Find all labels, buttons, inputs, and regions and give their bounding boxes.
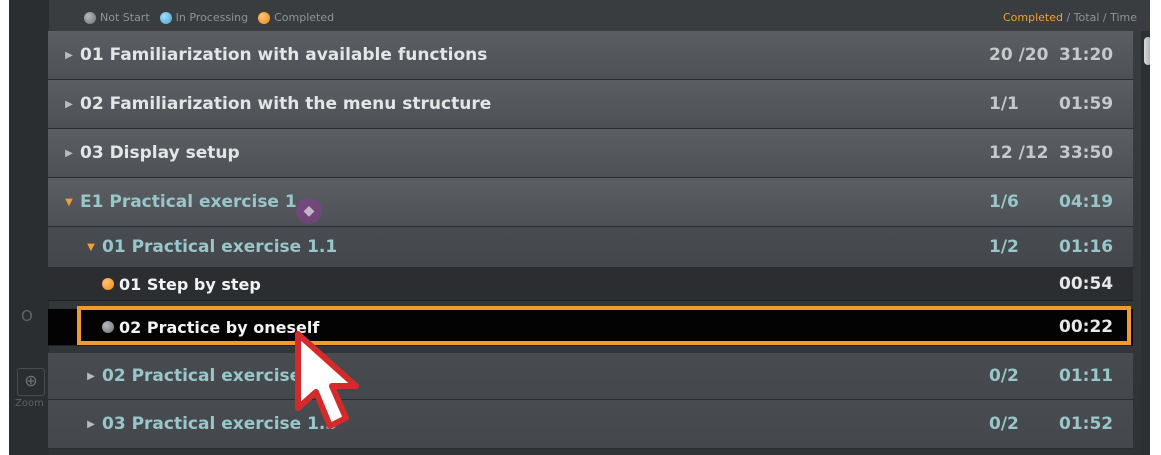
exercise-row-expanded[interactable]: ▼ E1 Practical exercise 1 1/6 04:19 (48, 178, 1133, 227)
vertical-scrollbar[interactable] (1141, 31, 1150, 455)
completed-dot-icon (258, 11, 271, 24)
lesson-list: ▶ 01 Familiarization with available func… (48, 31, 1133, 455)
sub-exercise-row-expanded[interactable]: ▼ 01 Practical exercise 1.1 1/2 01:16 (48, 227, 1133, 268)
lesson-count: 12 /12 (989, 143, 1049, 163)
expand-arrow-icon[interactable]: ▶ (64, 99, 74, 110)
collapse-arrow-icon[interactable]: ▼ (64, 197, 74, 208)
zoom-label: Zoom (15, 398, 44, 409)
expand-arrow-icon[interactable]: ▶ (64, 148, 74, 159)
not-start-dot-icon (84, 11, 96, 24)
lesson-time: 01:52 (1059, 414, 1114, 434)
not-start-status-icon (102, 321, 114, 333)
status-legend: Not Start In Processing Completed Comple… (46, 6, 1145, 30)
header-total-time: / Total / Time (1062, 11, 1137, 24)
legend-completed: Completed (274, 11, 335, 24)
lesson-time: 31:20 (1059, 45, 1114, 65)
zoom-in-icon[interactable]: ⊕ (17, 368, 45, 396)
scrollbar-thumb[interactable] (1144, 37, 1150, 65)
lesson-title: 02 Familiarization with the menu structu… (80, 94, 492, 114)
lesson-title: 02 Practical exercise 1.2 (102, 366, 338, 386)
expand-arrow-icon[interactable]: ▶ (86, 419, 96, 430)
expand-arrow-icon[interactable]: ▶ (64, 50, 74, 61)
lesson-row[interactable]: ▶ 02 Familiarization with the menu struc… (48, 80, 1133, 129)
lesson-count: 0/2 (989, 366, 1019, 386)
sub-exercise-row[interactable]: ▶ 02 Practical exercise 1.2 0/2 01:11 (48, 353, 1133, 400)
watermark-logo-icon: ◆ (296, 198, 322, 224)
lesson-title: E1 Practical exercise 1 (80, 192, 297, 212)
step-time: 00:54 (1059, 274, 1114, 294)
lesson-time: 33:50 (1059, 143, 1114, 163)
lesson-time: 04:19 (1059, 192, 1114, 212)
lesson-title: 03 Display setup (80, 143, 240, 163)
lesson-count: 1/6 (989, 192, 1019, 212)
legend-not-start: Not Start (100, 11, 150, 24)
lesson-title: 01 Familiarization with available functi… (80, 45, 488, 65)
left-tool-panel: O ⊕ Zoom (9, 0, 49, 455)
step-row-selected[interactable]: 02 Practice by oneself 00:22 (48, 309, 1133, 346)
legend-in-processing: In Processing (175, 11, 249, 24)
ghost-label: O (21, 307, 33, 325)
header-completed: Completed (1002, 11, 1063, 24)
lesson-time: 01:16 (1059, 237, 1114, 257)
in-processing-dot-icon (159, 11, 172, 24)
completed-status-icon (102, 278, 114, 290)
column-header: Completed / Total / Time (1003, 11, 1137, 24)
step-title: 01 Step by step (119, 274, 261, 294)
expand-arrow-icon[interactable]: ▶ (86, 371, 96, 382)
lesson-time: 01:59 (1059, 94, 1114, 114)
lesson-count: 20 /20 (989, 45, 1049, 65)
lesson-time: 01:11 (1059, 366, 1114, 386)
pointer-cursor-icon (295, 331, 359, 429)
collapse-arrow-icon[interactable]: ▼ (86, 242, 96, 253)
course-progress-window: O ⊕ Zoom Not Start In Processing Complet… (9, 0, 1150, 455)
step-time: 00:22 (1059, 317, 1114, 337)
lesson-title: 03 Practical exercise 1.3 (102, 414, 338, 434)
lesson-count: 0/2 (989, 414, 1019, 434)
step-row[interactable]: 01 Step by step 00:54 (48, 268, 1133, 301)
lesson-row[interactable]: ▶ 01 Familiarization with available func… (48, 31, 1133, 80)
sub-exercise-row[interactable]: ▶ 03 Practical exercise 1.3 0/2 01:52 (48, 400, 1133, 449)
lesson-title: 01 Practical exercise 1.1 (102, 237, 338, 257)
step-title: 02 Practice by oneself (119, 317, 320, 337)
lesson-count: 1/2 (989, 237, 1019, 257)
lesson-row[interactable]: ▶ 03 Display setup 12 /12 33:50 (48, 129, 1133, 178)
lesson-count: 1/1 (989, 94, 1019, 114)
